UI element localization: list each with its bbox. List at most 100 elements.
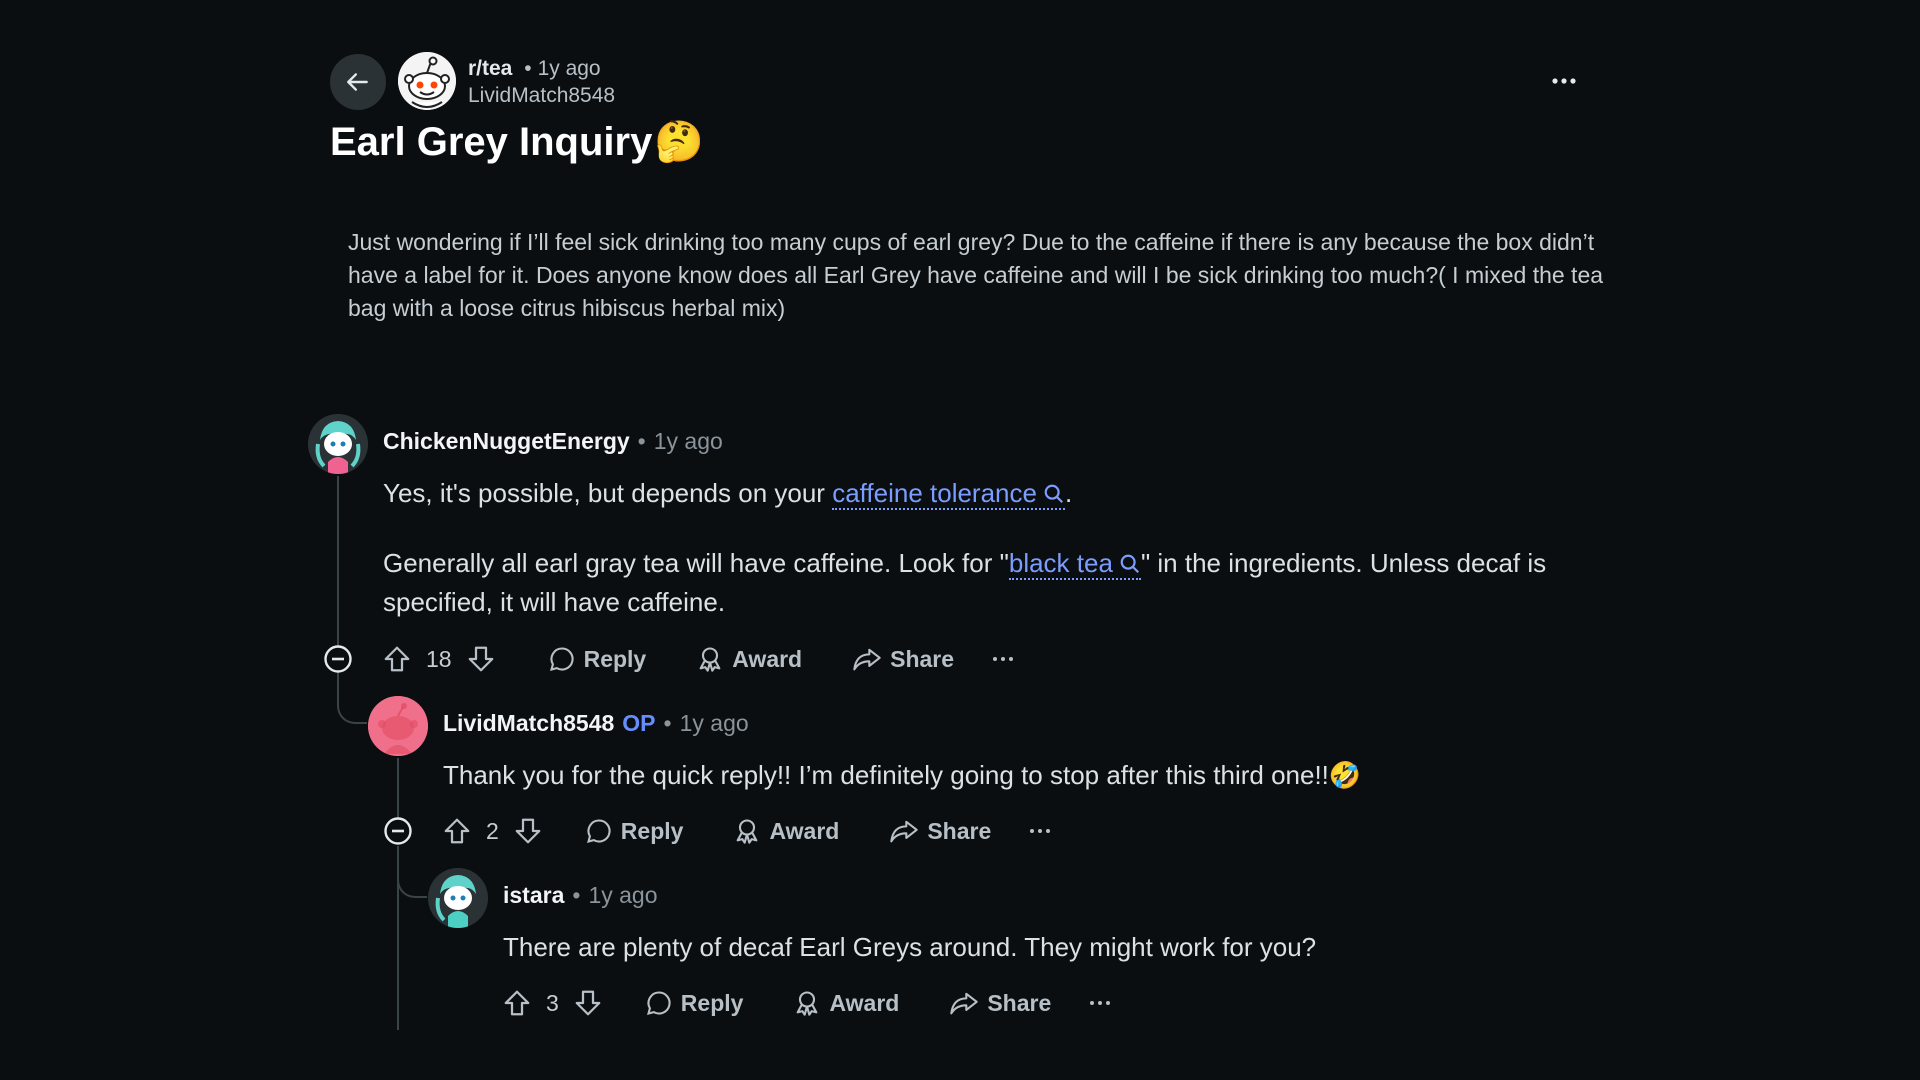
upvote-icon[interactable] bbox=[502, 988, 532, 1018]
comment-time: 1y ago bbox=[588, 882, 658, 908]
search-link[interactable]: caffeine tolerance bbox=[832, 478, 1065, 510]
separator: • bbox=[663, 710, 672, 736]
comment-header: LividMatch8548 OP • 1y ago bbox=[443, 708, 749, 738]
reply-button[interactable]: Reply bbox=[585, 817, 683, 845]
award-icon bbox=[696, 645, 724, 673]
post-age: 1y ago bbox=[537, 57, 601, 80]
share-button[interactable]: Share bbox=[949, 989, 1051, 1017]
post-title-text: Earl Grey Inquiry bbox=[330, 120, 653, 164]
comment-author[interactable]: ChickenNuggetEnergy bbox=[383, 428, 630, 454]
post-more-options-button[interactable] bbox=[1544, 66, 1584, 96]
avatar[interactable] bbox=[368, 696, 428, 756]
comment-time: 1y ago bbox=[679, 710, 749, 736]
award-button[interactable]: Award bbox=[733, 817, 839, 845]
search-link[interactable]: black tea bbox=[1008, 548, 1141, 580]
vote-count: 2 bbox=[486, 817, 499, 844]
thread-elbow bbox=[337, 672, 367, 724]
upvote-icon[interactable] bbox=[382, 644, 412, 674]
op-badge: OP bbox=[622, 710, 656, 736]
more-horizontal-icon bbox=[992, 656, 1014, 662]
post-author[interactable]: LividMatch8548 bbox=[468, 83, 615, 109]
comment-actions: 2 Reply Award Share bbox=[442, 813, 1051, 849]
post-meta: r/tea • 1y ago bbox=[468, 56, 601, 82]
subreddit-link[interactable]: r/tea bbox=[468, 57, 512, 80]
more-horizontal-icon bbox=[1089, 1000, 1111, 1006]
comment-text: There are plenty of decaf Earl Greys aro… bbox=[503, 932, 1317, 962]
snoo-avatar-icon bbox=[308, 414, 368, 474]
snoo-avatar-icon bbox=[368, 696, 428, 756]
snoo-avatar-icon bbox=[428, 868, 488, 928]
comment-paragraph: Yes, it's possible, but depends on your … bbox=[383, 474, 1623, 513]
subreddit-avatar[interactable] bbox=[398, 52, 456, 110]
comment-text: Yes, it's possible, but depends on your bbox=[383, 478, 833, 508]
comment-header: istara • 1y ago bbox=[503, 880, 658, 910]
comment-text: . bbox=[1064, 478, 1073, 508]
comment-time: 1y ago bbox=[653, 428, 723, 454]
comment-bubble-icon bbox=[548, 645, 576, 673]
comment-body: Thank you for the quick reply!! I’m defi… bbox=[443, 756, 1603, 795]
award-button[interactable]: Award bbox=[793, 989, 899, 1017]
downvote-icon[interactable] bbox=[466, 644, 496, 674]
comment-body: Yes, it's possible, but depends on your … bbox=[383, 474, 1623, 622]
reply-button[interactable]: Reply bbox=[548, 645, 647, 673]
comment-actions: 3 Reply Award Share bbox=[502, 985, 1111, 1021]
downvote-icon[interactable] bbox=[513, 816, 543, 846]
share-label: Share bbox=[987, 989, 1052, 1016]
thread-elbow bbox=[397, 846, 427, 898]
vote-group: 18 bbox=[382, 644, 496, 674]
comment-more-button[interactable] bbox=[1089, 1000, 1111, 1006]
post-page: r/tea • 1y ago LividMatch8548 Earl Grey I… bbox=[0, 0, 1920, 1080]
share-button[interactable]: Share bbox=[852, 645, 954, 673]
separator: • bbox=[637, 428, 646, 454]
vote-group: 3 bbox=[502, 988, 603, 1018]
search-icon bbox=[1044, 484, 1063, 504]
share-icon bbox=[949, 989, 979, 1017]
separator: • bbox=[572, 882, 581, 908]
snoo-icon bbox=[398, 52, 456, 110]
avatar[interactable] bbox=[308, 414, 368, 474]
search-link-text: black tea bbox=[1008, 548, 1113, 578]
comment-text: Thank you for the quick reply!! I’m defi… bbox=[443, 760, 1329, 790]
vote-group: 2 bbox=[442, 816, 543, 846]
award-label: Award bbox=[769, 817, 840, 844]
comment-more-button[interactable] bbox=[992, 656, 1014, 662]
award-button[interactable]: Award bbox=[696, 645, 802, 673]
upvote-icon[interactable] bbox=[442, 816, 472, 846]
post-body: Just wondering if I’ll feel sick drinkin… bbox=[348, 229, 1604, 321]
comment-text: Generally all earl gray tea will have ca… bbox=[383, 548, 1009, 578]
comment-body: There are plenty of decaf Earl Greys aro… bbox=[503, 928, 1603, 967]
meta-separator: • bbox=[524, 57, 532, 80]
more-horizontal-icon bbox=[1552, 78, 1576, 84]
award-icon bbox=[733, 817, 761, 845]
share-icon bbox=[889, 817, 919, 845]
collapse-thread-button[interactable] bbox=[323, 644, 353, 674]
comment-bubble-icon bbox=[585, 817, 613, 845]
laughing-emoji-icon: 🤣 bbox=[1328, 760, 1362, 790]
downvote-icon[interactable] bbox=[573, 988, 603, 1018]
award-icon bbox=[793, 989, 821, 1017]
comment-paragraph: Generally all earl gray tea will have ca… bbox=[383, 544, 1623, 622]
award-label: Award bbox=[829, 989, 900, 1016]
comment-actions: 18 Reply Award Share bbox=[382, 641, 1014, 677]
comment-more-button[interactable] bbox=[1029, 828, 1051, 834]
share-icon bbox=[852, 645, 882, 673]
comment-author[interactable]: LividMatch8548 bbox=[443, 710, 614, 736]
thread-line bbox=[337, 476, 339, 652]
share-button[interactable]: Share bbox=[889, 817, 991, 845]
thinking-emoji-icon: 🤔 bbox=[654, 120, 705, 164]
vote-count: 3 bbox=[546, 989, 559, 1016]
reply-label: Reply bbox=[680, 989, 744, 1016]
comment-header: ChickenNuggetEnergy • 1y ago bbox=[383, 426, 723, 456]
avatar[interactable] bbox=[428, 868, 488, 928]
thread-line bbox=[397, 758, 399, 822]
comment-author[interactable]: istara bbox=[503, 882, 564, 908]
comment-bubble-icon bbox=[645, 989, 673, 1017]
reply-button[interactable]: Reply bbox=[645, 989, 744, 1017]
reply-label: Reply bbox=[583, 645, 647, 672]
share-label: Share bbox=[890, 645, 955, 672]
post-title: Earl Grey Inquiry 🤔 bbox=[330, 114, 704, 170]
share-label: Share bbox=[927, 817, 992, 844]
back-button[interactable] bbox=[330, 54, 386, 110]
collapse-thread-button[interactable] bbox=[383, 816, 413, 846]
vote-count: 18 bbox=[426, 645, 452, 672]
